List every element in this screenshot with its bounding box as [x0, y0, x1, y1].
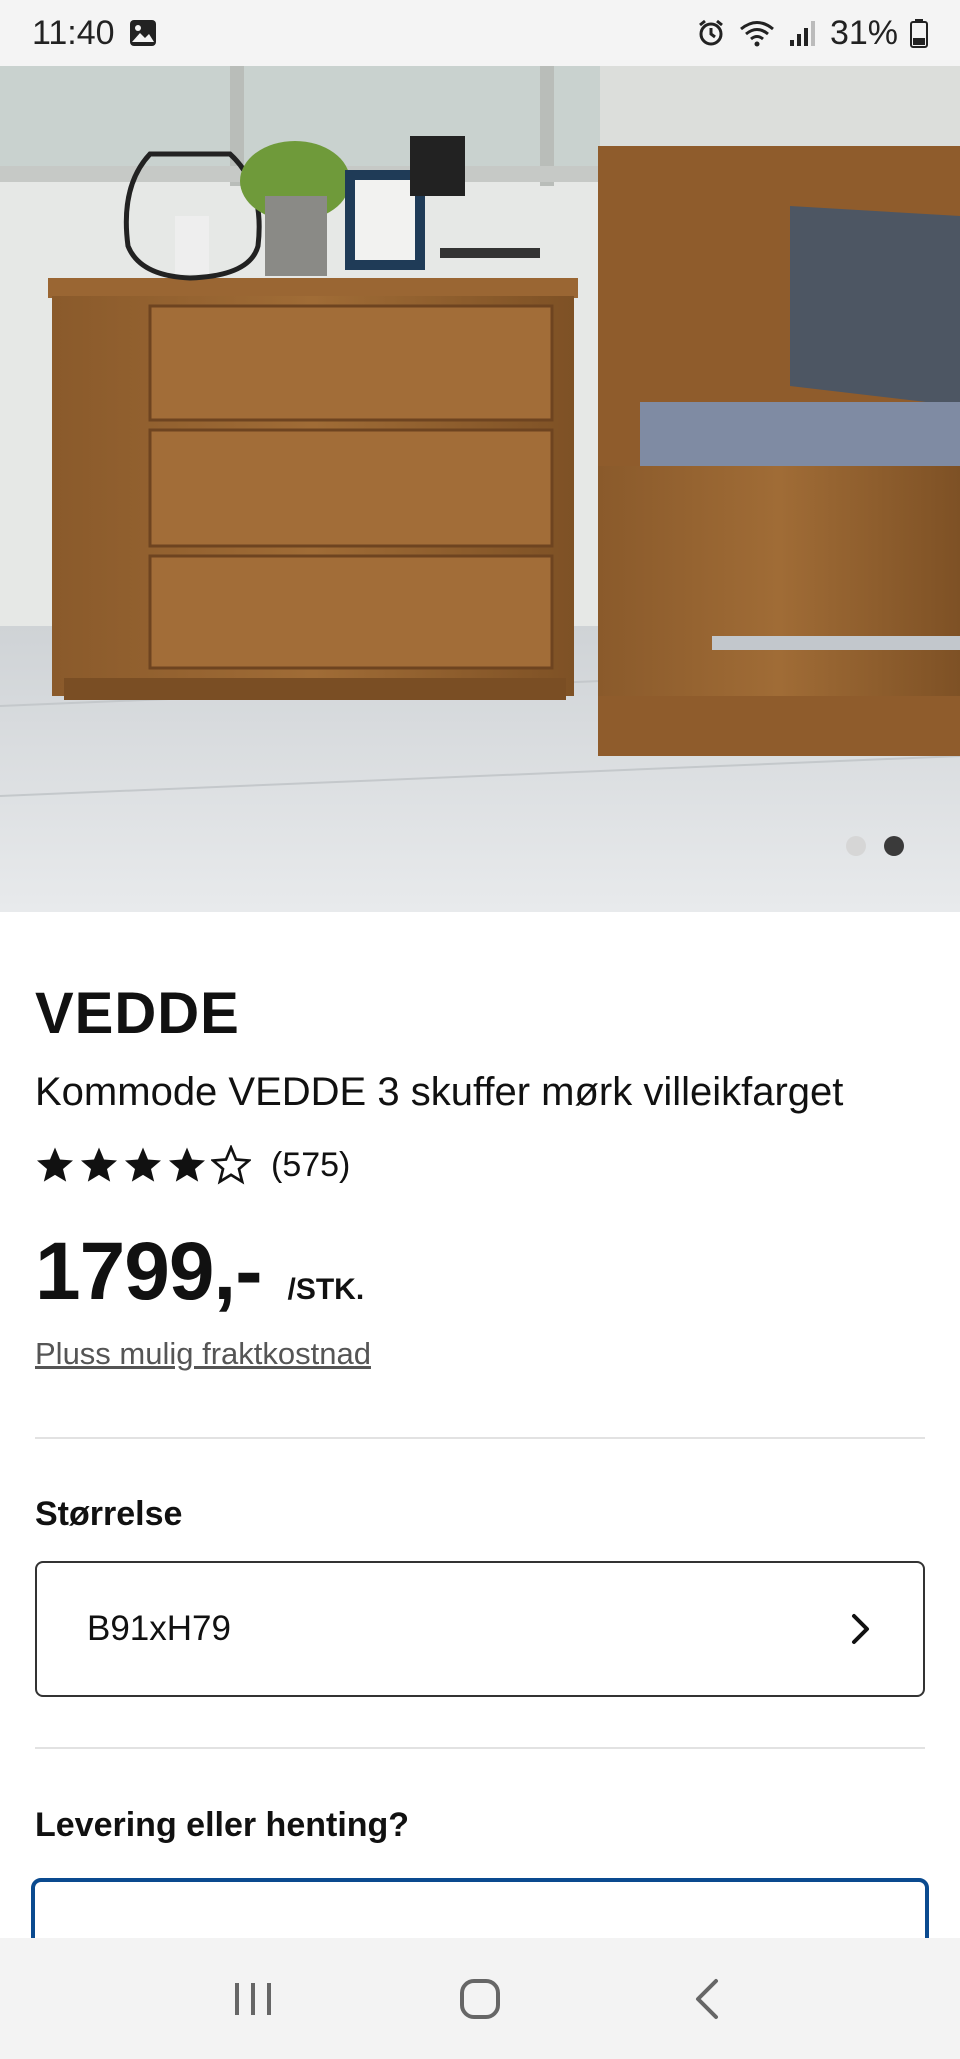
product-description: Kommode VEDDE 3 skuffer mørk villeikfarg…	[35, 1070, 844, 1114]
divider	[35, 1437, 925, 1439]
home-icon	[459, 1978, 500, 2019]
rating-stars	[35, 1145, 251, 1185]
carousel-indicator	[846, 836, 904, 856]
recent-apps-button[interactable]	[203, 1959, 303, 2039]
star-filled-icon	[125, 1147, 161, 1182]
recent-apps-icon	[235, 1982, 272, 2015]
size-selected-value: B91xH79	[87, 1609, 231, 1648]
size-heading: Størrelse	[35, 1495, 183, 1533]
product-page: 11:40 31% VEDDE Kommode VEDDE 3 skuffer …	[0, 0, 960, 2059]
review-count: (575)	[271, 1145, 351, 1184]
battery-icon	[910, 18, 928, 48]
star-filled-icon	[37, 1147, 73, 1182]
chevron-right-icon	[852, 1614, 869, 1644]
star-empty-icon	[211, 1145, 251, 1185]
battery-percent: 31%	[829, 13, 898, 52]
product-image	[0, 66, 960, 912]
system-nav-bar	[0, 1938, 960, 2059]
status-bar: 11:40 31%	[0, 0, 960, 66]
product-price: 1799,- /STK.	[35, 1225, 364, 1319]
image-icon	[129, 19, 157, 47]
product-rating[interactable]: (575)	[35, 1145, 350, 1185]
star-filled-icon	[81, 1147, 117, 1182]
home-button[interactable]	[430, 1959, 530, 2039]
product-brand: VEDDE	[35, 981, 240, 1046]
price-amount: 1799,-	[35, 1226, 263, 1317]
carousel-dot-2[interactable]	[884, 836, 904, 856]
shipping-cost-link[interactable]: Pluss mulig fraktkostnad	[35, 1336, 371, 1372]
size-selector[interactable]: B91xH79	[35, 1561, 925, 1697]
carousel-dot-1[interactable]	[846, 836, 866, 856]
product-image-carousel[interactable]	[0, 66, 960, 912]
alarm-icon	[696, 18, 726, 48]
star-filled-icon	[169, 1147, 205, 1182]
back-icon	[695, 1978, 718, 2019]
status-time: 11:40	[32, 13, 115, 52]
divider	[35, 1747, 925, 1749]
back-button[interactable]	[657, 1959, 757, 2039]
wifi-icon	[738, 18, 776, 48]
price-unit: /STK.	[287, 1273, 365, 1306]
delivery-heading: Levering eller henting?	[35, 1806, 410, 1844]
signal-icon	[788, 18, 818, 48]
